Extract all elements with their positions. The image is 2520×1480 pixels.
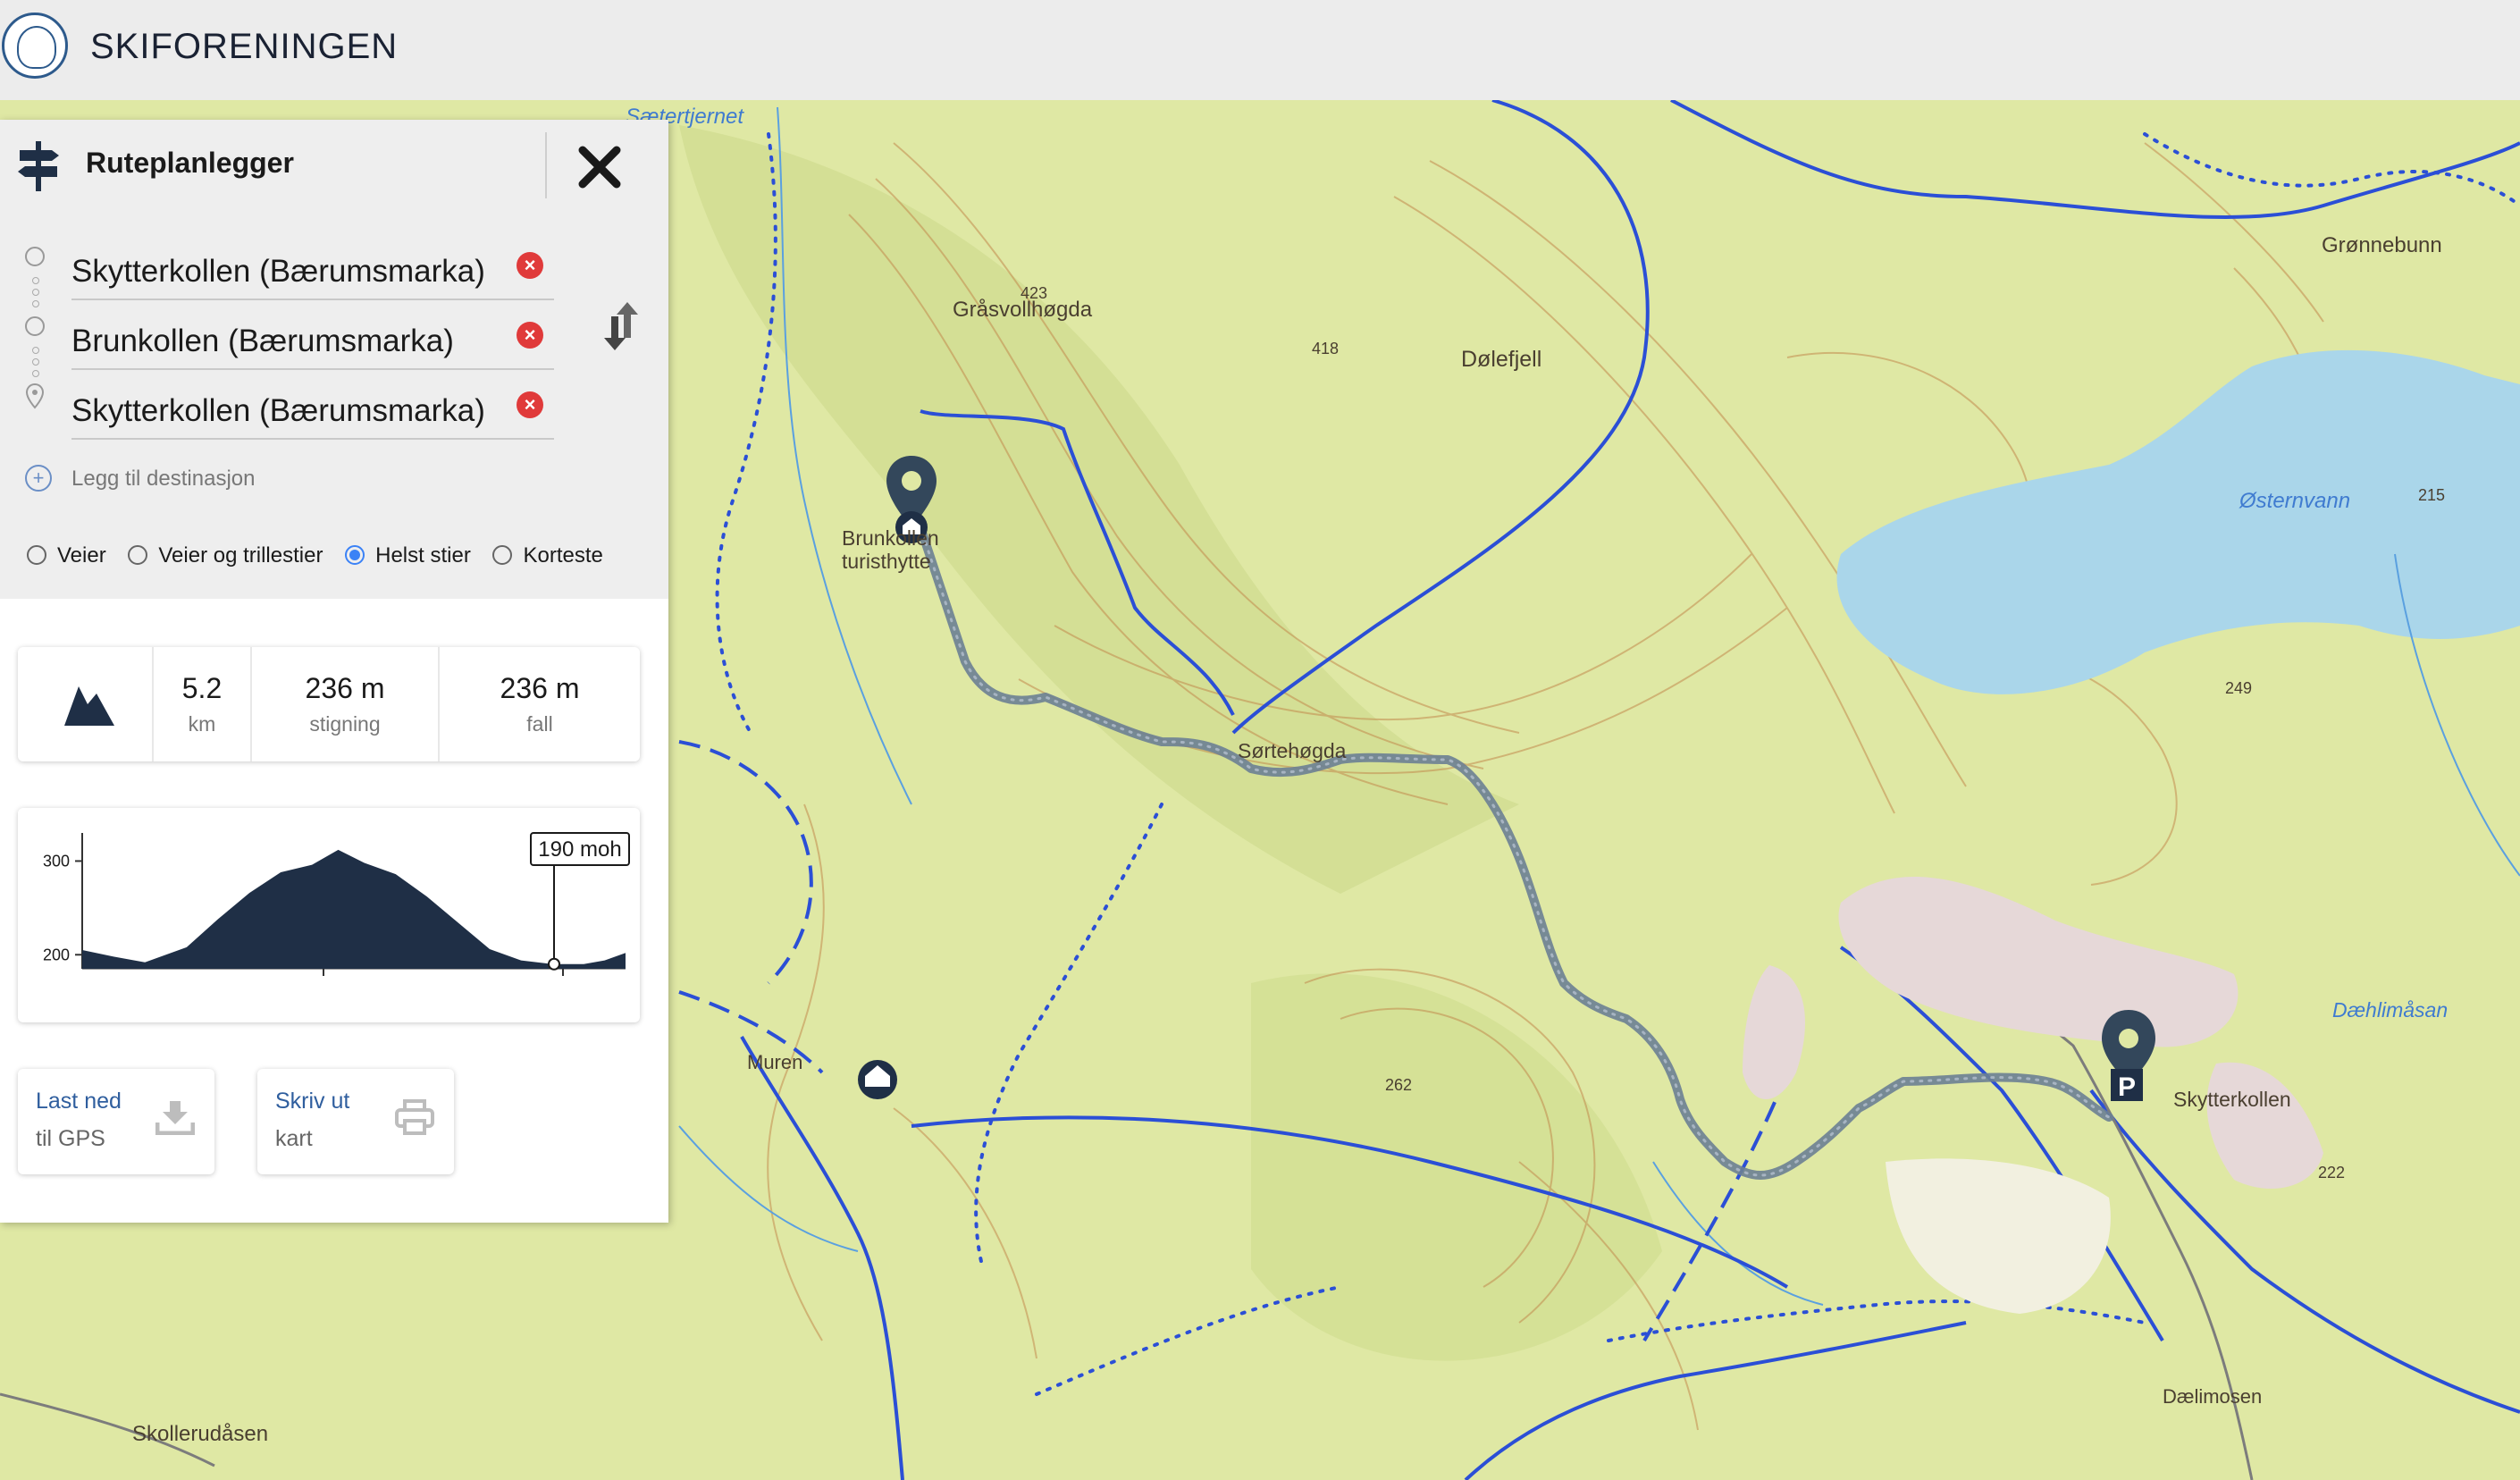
download-gps-label: Last ned xyxy=(36,1089,122,1114)
print-map-label: Skriv ut xyxy=(275,1089,350,1114)
label-215: 215 xyxy=(2418,486,2445,504)
download-icon xyxy=(155,1101,195,1135)
elevation-profile-card[interactable]: 300 200 190 moh xyxy=(18,808,640,1022)
panel-title: Ruteplanlegger xyxy=(86,147,294,179)
remove-destination-3-icon[interactable]: × xyxy=(517,391,543,418)
print-map-button[interactable]: Skriv ut kart xyxy=(257,1069,454,1174)
route-option-label: Veier xyxy=(57,543,106,568)
label-gronnebunn: Grønnebunn xyxy=(2322,233,2442,257)
route-option-label: Korteste xyxy=(523,543,603,568)
route-option-label: Helst stier xyxy=(375,543,471,568)
label-skytterkollen: Skytterkollen xyxy=(2173,1088,2291,1111)
route-type-options: Veier Veier og trillestier Helst stier K… xyxy=(27,543,619,568)
close-icon[interactable] xyxy=(575,143,624,191)
destination-pin-icon xyxy=(25,383,45,409)
download-gps-sublabel: til GPS xyxy=(36,1126,105,1151)
distance-stat: 5.2 km xyxy=(152,647,250,761)
route-option-veier-og-trillestier[interactable]: Veier og trillestier xyxy=(128,543,323,568)
destination-field-1[interactable]: Skytterkollen (Bærumsmarka) × xyxy=(71,232,554,300)
label-222: 222 xyxy=(2318,1164,2345,1181)
printer-icon xyxy=(395,1099,434,1135)
download-gps-button[interactable]: Last ned til GPS xyxy=(18,1069,214,1174)
route-option-korteste[interactable]: Korteste xyxy=(492,543,603,568)
elevation-area xyxy=(82,849,626,969)
print-map-sublabel: kart xyxy=(275,1126,313,1151)
top-bar: SKIFORENINGEN xyxy=(0,0,2520,102)
cabin-marker[interactable] xyxy=(858,1060,897,1099)
climb-stat: 236 m stigning xyxy=(250,647,438,761)
label-muren: Muren xyxy=(747,1051,802,1073)
label-daehlimasan: Dæhlimåsan xyxy=(2332,998,2448,1022)
route-planner-form: Ruteplanlegger Skytterkollen (Bærumsmark… xyxy=(0,120,668,599)
destination-1-text: Skytterkollen (Bærumsmarka) xyxy=(71,254,485,289)
swap-destinations-icon[interactable] xyxy=(602,299,642,354)
position-marker-dot xyxy=(548,957,560,971)
destination-2-text: Brunkollen (Bærumsmarka) xyxy=(71,324,454,358)
add-destination-link[interactable]: Legg til destinasjon xyxy=(71,467,255,492)
route-option-label: Veier og trillestier xyxy=(158,543,323,568)
label-ostervann: Østernvann xyxy=(2239,489,2350,513)
brand-name: SKIFORENINGEN xyxy=(90,27,399,66)
label-262: 262 xyxy=(1385,1076,1412,1094)
distance-value: 5.2 xyxy=(181,672,223,704)
y-tick-label: 200 xyxy=(43,946,70,963)
label-dolefjell: Dølefjell xyxy=(1461,347,1541,372)
y-tick-label: 300 xyxy=(43,852,70,870)
route-stats-card: 5.2 km 236 m stigning 236 m fall xyxy=(18,647,640,761)
descent-value: 236 m xyxy=(500,672,580,704)
remove-destination-2-icon[interactable]: × xyxy=(517,322,543,349)
label-brunkollen: Brunkollen xyxy=(842,526,939,550)
waypoint-icon xyxy=(25,316,45,336)
label-418: 418 xyxy=(1312,340,1339,357)
destination-3-text: Skytterkollen (Bærumsmarka) xyxy=(71,393,485,428)
chain-dots xyxy=(32,277,39,312)
destination-field-2[interactable]: Brunkollen (Bærumsmarka) × xyxy=(71,302,554,370)
distance-unit: km xyxy=(188,712,216,736)
route-option-helst-stier[interactable]: Helst stier xyxy=(345,543,471,568)
add-destination-icon[interactable]: + xyxy=(25,465,52,492)
route-option-veier[interactable]: Veier xyxy=(27,543,106,568)
mountain-icon xyxy=(64,686,114,726)
origin-icon xyxy=(25,247,45,266)
descent-stat: 236 m fall xyxy=(438,647,640,761)
chain-dots xyxy=(32,347,39,382)
remove-destination-1-icon[interactable]: × xyxy=(517,252,543,279)
header-divider xyxy=(545,132,547,198)
descent-label: fall xyxy=(526,712,553,736)
route-planner-panel: Ruteplanlegger Skytterkollen (Bærumsmark… xyxy=(0,120,668,1223)
signpost-icon xyxy=(18,141,59,191)
label-turisthytte: turisthytte xyxy=(842,550,931,573)
climb-label: stigning xyxy=(309,712,381,736)
label-skollerudasen: Skollerudåsen xyxy=(132,1422,268,1446)
label-249: 249 xyxy=(2225,679,2252,697)
label-daelimosen: Dælimosen xyxy=(2163,1385,2262,1408)
skiforeningen-logo[interactable] xyxy=(2,13,68,79)
elevation-tooltip: 190 moh xyxy=(538,837,621,862)
label-423: 423 xyxy=(1021,284,1047,302)
label-sortehogda: Sørtehøgda xyxy=(1238,739,1347,762)
svg-text:P: P xyxy=(2118,1072,2136,1102)
elevation-chart[interactable]: 300 200 190 moh xyxy=(18,808,640,1022)
climb-value: 236 m xyxy=(305,672,385,704)
destination-field-3[interactable]: Skytterkollen (Bærumsmarka) × xyxy=(71,372,554,440)
